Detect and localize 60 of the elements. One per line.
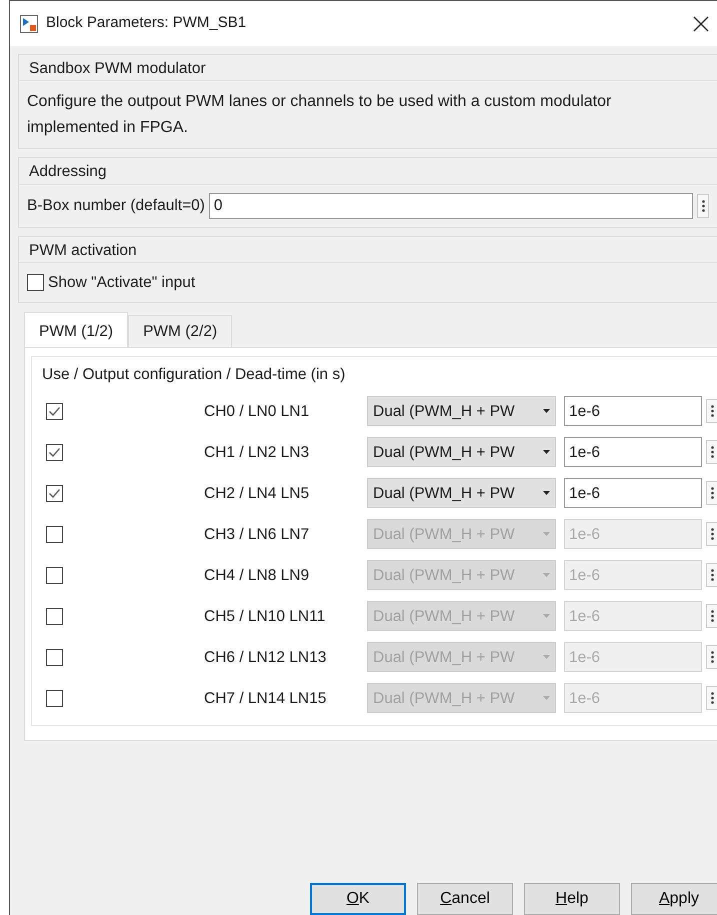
- more-options-button[interactable]: [697, 194, 709, 218]
- input-field[interactable]: 1e-6: [564, 437, 702, 468]
- caret-icon: [543, 532, 550, 536]
- more-icon: [710, 487, 714, 500]
- tab[interactable]: PWM (1/2): [24, 312, 128, 348]
- input-field[interactable]: 1e-6: [564, 478, 702, 508]
- channel-label: CH1 / LN2 LN3: [204, 442, 310, 463]
- more-options-button[interactable]: [706, 522, 717, 546]
- group-title: Sandbox PWM modulator: [19, 55, 717, 82]
- checkbox[interactable]: [46, 444, 63, 461]
- mode-dropdown[interactable]: Dual (PWM_H + PW: [367, 396, 556, 426]
- checkbox[interactable]: [27, 274, 44, 292]
- checkbox[interactable]: [46, 484, 63, 502]
- dialog-button[interactable]: Cancel: [417, 883, 513, 915]
- checkbox-label: Show "Activate" input: [48, 272, 196, 293]
- mode-dropdown[interactable]: Dual (PWM_H + PW: [367, 478, 556, 508]
- channel-label: CH4 / LN8 LN9: [204, 566, 310, 586]
- window-title: Block Parameters: PWM_SB1: [46, 13, 248, 34]
- dialog-button[interactable]: Apply: [631, 883, 717, 915]
- more-icon: [710, 610, 714, 622]
- field-label: B-Box number (default=0): [27, 196, 205, 216]
- description-text: Configure the outpout PWM lanes or channels to be used with a custom modulator implemented in FPGA.: [26, 92, 612, 138]
- caret-icon: [543, 614, 550, 618]
- more-icon: [710, 692, 714, 704]
- more-icon: [710, 446, 714, 458]
- more-options-button[interactable]: [706, 399, 717, 424]
- input-field[interactable]: 0: [208, 192, 693, 219]
- more-icon: [702, 200, 704, 212]
- more-options-button[interactable]: [706, 481, 717, 506]
- channel-label: CH3 / LN6 LN7: [204, 524, 310, 545]
- more-options-button[interactable]: [706, 686, 717, 710]
- mode-dropdown[interactable]: Dual (PWM_H + PW: [367, 437, 556, 468]
- more-icon: [710, 405, 714, 418]
- input-field[interactable]: 1e-6: [564, 396, 702, 426]
- channel-label: CH7 / LN14 LN15: [204, 688, 328, 709]
- more-options-button[interactable]: [706, 563, 717, 588]
- caret-icon: [543, 491, 550, 496]
- app-icon: [20, 14, 38, 32]
- group-title: Addressing: [19, 158, 717, 185]
- more-options-button[interactable]: [706, 604, 717, 628]
- caret-icon: [543, 409, 550, 414]
- caret-icon: [543, 450, 550, 454]
- group-title: PWM activation: [19, 236, 717, 263]
- channel-label: CH0 / LN0 LN1: [204, 402, 310, 422]
- more-options-button[interactable]: [706, 440, 717, 464]
- more-options-button[interactable]: [706, 645, 717, 670]
- dialog-button[interactable]: OK: [310, 883, 406, 915]
- tab[interactable]: PWM (2/2): [128, 315, 232, 348]
- caret-icon: [543, 655, 550, 660]
- caret-icon: [543, 573, 550, 578]
- more-icon: [710, 651, 714, 664]
- channel-label: CH6 / LN12 LN13: [204, 648, 328, 668]
- checkbox[interactable]: [46, 402, 63, 420]
- channel-label: CH2 / LN4 LN5: [204, 484, 310, 504]
- channel-label: CH5 / LN10 LN11: [204, 606, 326, 627]
- section-heading: Use / Output configuration / Dead-time (in s): [42, 365, 346, 386]
- more-icon: [710, 569, 714, 582]
- caret-icon: [543, 696, 550, 700]
- dialog-button[interactable]: Help: [524, 883, 620, 915]
- more-icon: [710, 528, 714, 540]
